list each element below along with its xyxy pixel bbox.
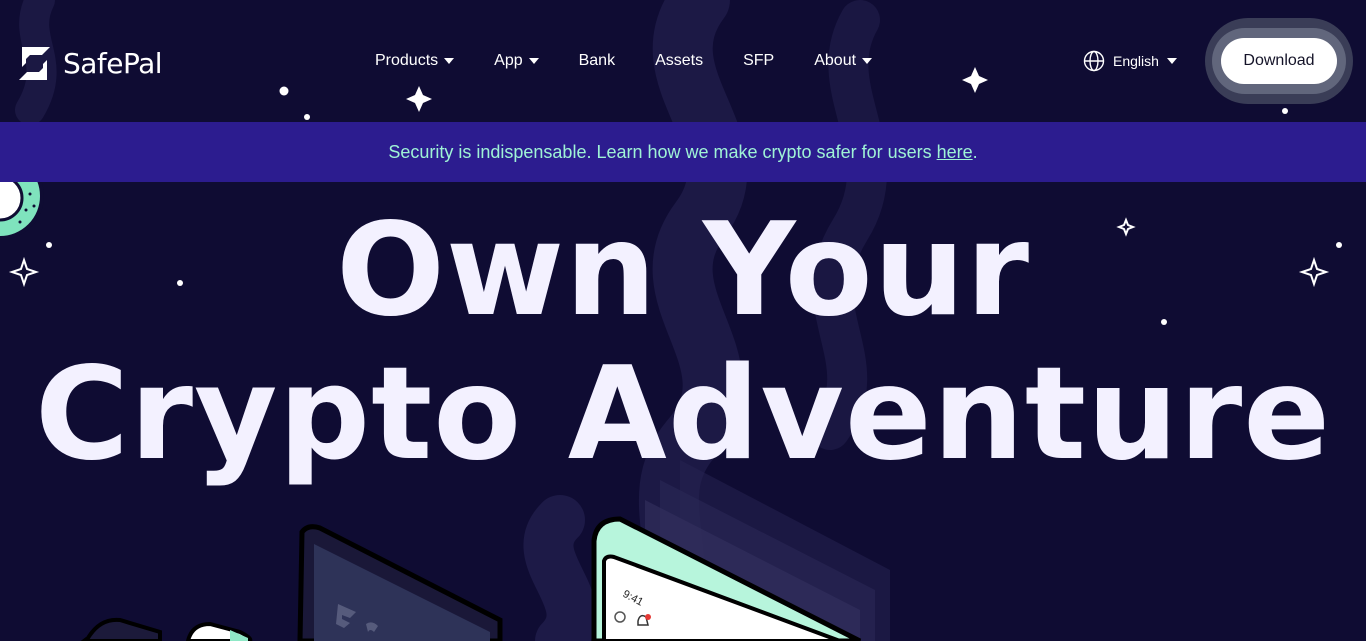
- caret-down-icon: [1166, 58, 1177, 64]
- nav-item-label: Bank: [578, 52, 616, 69]
- globe-icon: [1083, 50, 1105, 72]
- banner-text: Security is indispensable. Learn how we …: [388, 141, 937, 162]
- bell-icon: [637, 614, 649, 626]
- caret-down-icon: [444, 58, 455, 64]
- hero-headline-line-2: Crypto Adventure: [34, 340, 1332, 489]
- nav-item-bank[interactable]: Bank: [579, 52, 615, 70]
- nav-item-sfp[interactable]: SFP: [743, 52, 774, 70]
- banner-here-link[interactable]: here: [937, 142, 973, 163]
- logo-text: SafePal: [63, 46, 163, 80]
- banner-suffix: .: [972, 141, 978, 162]
- nav-item-label: Products: [375, 52, 439, 69]
- device-clock: 9:41: [621, 588, 646, 609]
- settings-icon: [614, 611, 626, 623]
- nav-item-about[interactable]: About: [814, 52, 873, 70]
- safepal-logo-icon: [19, 46, 50, 80]
- download-button[interactable]: Download: [1221, 38, 1337, 84]
- nav-item-app[interactable]: App: [494, 52, 539, 70]
- language-label: English: [1113, 53, 1159, 69]
- main-nav: Products App Bank Assets SFP About: [375, 48, 912, 74]
- nav-item-products[interactable]: Products: [375, 52, 455, 70]
- nav-item-assets[interactable]: Assets: [655, 52, 703, 70]
- safepal-logo[interactable]: SafePal: [16, 44, 163, 82]
- nav-item-label: About: [814, 52, 857, 69]
- announcement-banner: Security is indispensable. Learn how we …: [0, 122, 1366, 182]
- language-selector[interactable]: English: [1083, 50, 1177, 72]
- caret-down-icon: [528, 58, 539, 64]
- site-header: SafePal Products App Bank Assets SFP Abo…: [0, 0, 1366, 122]
- hardware-wallet-illustration-left: [80, 524, 503, 641]
- caret-down-icon: [862, 58, 873, 64]
- hero-headline-line-1: Own Your: [336, 196, 1030, 345]
- nav-item-label: SFP: [743, 52, 775, 69]
- nav-item-label: Assets: [655, 52, 704, 69]
- nav-item-label: App: [494, 52, 523, 69]
